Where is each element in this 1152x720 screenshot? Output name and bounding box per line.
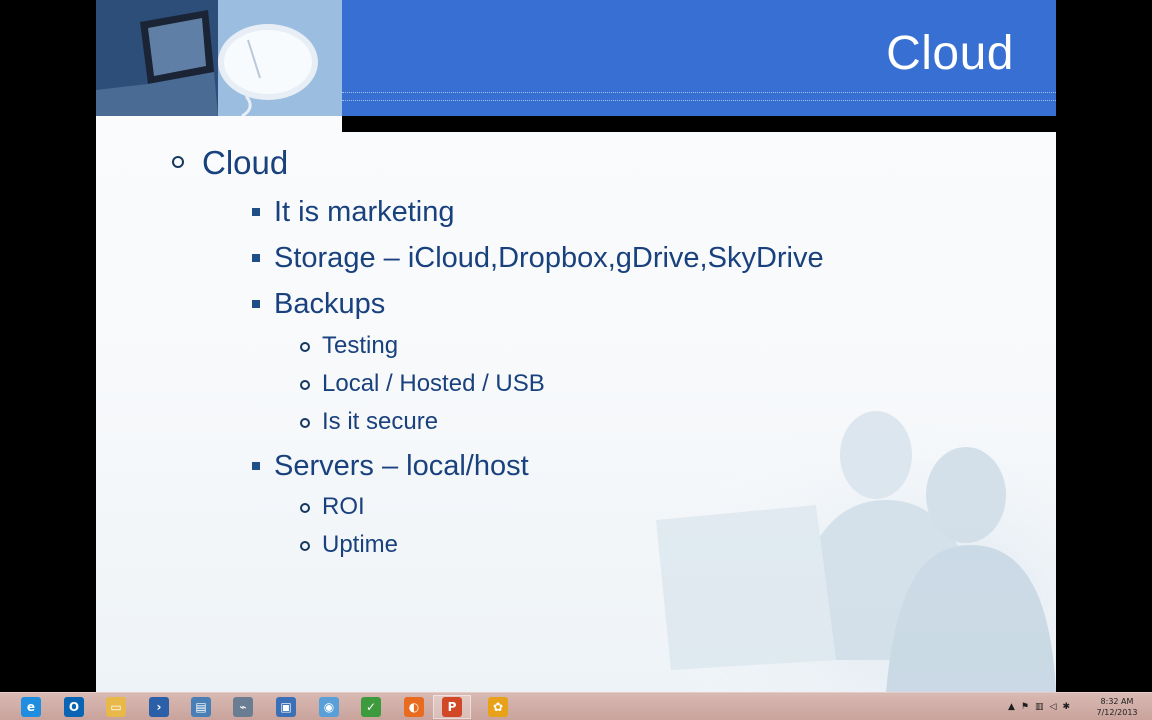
- bullet-level-3: Local / Hosted / USB: [300, 370, 545, 398]
- header-dotted-line: [342, 100, 1056, 101]
- internet-explorer-icon: e: [21, 697, 41, 717]
- header-photo: [96, 0, 342, 116]
- bullet-text: Cloud: [202, 144, 289, 181]
- circle-bullet-icon: [300, 503, 310, 513]
- title-band: Cloud: [342, 0, 1056, 116]
- laptop-and-mouse-image: [96, 0, 342, 116]
- powerpoint-icon: P: [442, 697, 462, 717]
- network-tool-icon: ⌁: [233, 697, 253, 717]
- circle-bullet-icon: [300, 342, 310, 352]
- network-icon[interactable]: ▥: [1035, 702, 1044, 712]
- taskbar-button-powershell[interactable]: ›: [140, 695, 178, 719]
- bullet-text: Local / Hosted / USB: [322, 370, 545, 397]
- bullet-text: ROI: [322, 493, 365, 520]
- taskbar-button-lync[interactable]: ◉: [310, 695, 348, 719]
- circle-bullet-icon: [172, 156, 184, 168]
- slide-title: Cloud: [886, 27, 1014, 80]
- header-shadow-strip: [342, 116, 1056, 132]
- taskbar-button-network-tool[interactable]: ⌁: [224, 695, 262, 719]
- square-bullet-icon: [252, 462, 260, 470]
- bullet-level-2: Storage – iCloud,Dropbox,gDrive,SkyDrive: [252, 242, 824, 275]
- clock-time: 8:32 AM: [1100, 697, 1134, 706]
- taskbar-button-excel-tool[interactable]: ✓: [352, 695, 390, 719]
- circle-bullet-icon: [300, 541, 310, 551]
- file-explorer-icon: ▭: [106, 697, 126, 717]
- server-manager-icon: ▤: [191, 697, 211, 717]
- security-icon[interactable]: ✱: [1062, 702, 1070, 712]
- taskbar-button-powerpoint[interactable]: P: [433, 695, 471, 719]
- flower-app-icon: ✿: [488, 697, 508, 717]
- bullet-level-3: Testing: [300, 332, 399, 360]
- lync-icon: ◉: [319, 697, 339, 717]
- volume-icon[interactable]: ◁: [1050, 702, 1057, 712]
- taskbar-button-file-explorer[interactable]: ▭: [97, 695, 135, 719]
- taskbar-clock[interactable]: 8:32 AM 7/12/2013: [1096, 696, 1138, 718]
- taskbar-button-flower-app[interactable]: ✿: [479, 695, 517, 719]
- excel-tool-icon: ✓: [361, 697, 381, 717]
- square-bullet-icon: [252, 208, 260, 216]
- outlook-icon: O: [64, 697, 84, 717]
- circle-bullet-icon: [300, 418, 310, 428]
- slide: Cloud Cloud It is marketing Storage – iClo…: [96, 0, 1056, 692]
- square-bullet-icon: [252, 300, 260, 308]
- taskbar-button-remote-desktop[interactable]: ▣: [267, 695, 305, 719]
- flag-icon[interactable]: ⚑: [1021, 702, 1029, 712]
- bullet-text: Is it secure: [322, 408, 439, 435]
- taskbar-button-firefox[interactable]: ◐: [395, 695, 433, 719]
- windows-taskbar: e O ▭ › ▤ ⌁ ▣ ◉ ✓ ◐ P ✿ ▲ ⚑ ▥ ◁ ✱ 8:32 AM 7/12/2013: [0, 692, 1152, 720]
- remote-desktop-icon: ▣: [276, 697, 296, 717]
- taskbar-button-outlook[interactable]: O: [55, 695, 93, 719]
- square-bullet-icon: [252, 254, 260, 262]
- bullet-text: Backups: [274, 288, 386, 320]
- bullet-level-3: ROI: [300, 493, 365, 521]
- show-hidden-icons-icon[interactable]: ▲: [1008, 702, 1015, 712]
- bullet-text: It is marketing: [274, 196, 455, 228]
- bullet-level-2: It is marketing: [252, 196, 455, 229]
- firefox-icon: ◐: [404, 697, 424, 717]
- bullet-level-3: Is it secure: [300, 408, 439, 436]
- bullet-level-2: Servers – local/host: [252, 450, 529, 483]
- taskbar-button-server-manager[interactable]: ▤: [182, 695, 220, 719]
- taskbar-button-internet-explorer[interactable]: e: [12, 695, 50, 719]
- powershell-icon: ›: [149, 697, 169, 717]
- bullet-text: Testing: [322, 332, 399, 359]
- header-dotted-line: [342, 92, 1056, 93]
- clock-date: 7/12/2013: [1096, 708, 1138, 717]
- bullet-level-1: Cloud: [172, 144, 289, 182]
- bullet-text: Servers – local/host: [274, 450, 529, 482]
- bullet-text: Storage – iCloud,Dropbox,gDrive,SkyDrive: [274, 242, 824, 274]
- bullet-level-3: Uptime: [300, 531, 399, 559]
- bullet-text: Uptime: [322, 531, 399, 558]
- circle-bullet-icon: [300, 380, 310, 390]
- system-tray: ▲ ⚑ ▥ ◁ ✱: [1008, 697, 1070, 717]
- bullet-level-2: Backups: [252, 288, 386, 321]
